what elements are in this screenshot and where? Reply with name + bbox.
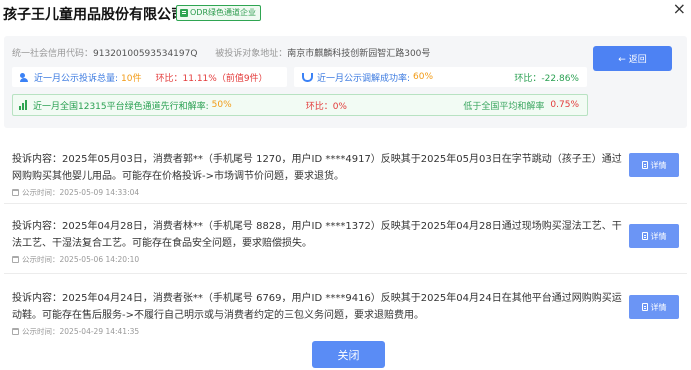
complaint-publish-time: 公示时间：2025-04-29 14:41:35 xyxy=(12,326,139,337)
company-info-panel: 统一社会信用代码：91320100593534197Q 被投诉对象地址：南京市麒… xyxy=(4,36,687,128)
bar-chart-icon xyxy=(19,100,29,110)
complaint-text: 投诉内容：2025年04月28日，消费者林**（手机尾号 8828，用户ID *… xyxy=(12,221,622,249)
complaint-publish-time: 公示时间：2025-05-09 14:33:04 xyxy=(12,187,139,198)
detail-button[interactable]: 详情 xyxy=(629,295,679,319)
complaint-text: 投诉内容：2025年05月03日，消费者郭**（手机尾号 1270，用户ID *… xyxy=(12,154,622,182)
publish-time-text: 公示时间：2025-05-09 14:33:04 xyxy=(22,188,140,197)
document-icon xyxy=(641,161,648,169)
detail-button-label: 详情 xyxy=(650,160,667,170)
green-channel-stat: 近一月全国12315平台绿色通道先行和解率: 50% 环比：0% 低于全国平均和… xyxy=(12,94,588,116)
mediation-stat-label: 近一月公示调解成功率: xyxy=(317,73,411,84)
dialog-header: 孩子王儿童用品股份有限公司 ODR绿色通道企业 × xyxy=(0,0,691,28)
national-average-label: 低于全国平均和解率 xyxy=(463,101,545,112)
green-channel-stat-value: 50% xyxy=(211,100,232,110)
company-info-line: 统一社会信用代码：91320100593534197Q 被投诉对象地址：南京市麒… xyxy=(12,46,430,59)
divider xyxy=(4,203,687,204)
complaints-stat-ratio: 环比：11.11%（前值9件） xyxy=(155,73,268,84)
green-channel-stat-label: 近一月全国12315平台绿色通道先行和解率: xyxy=(33,101,209,112)
publish-time-text: 公示时间：2025-04-29 14:41:35 xyxy=(22,327,140,336)
handshake-icon xyxy=(302,72,313,82)
detail-button[interactable]: 详情 xyxy=(629,224,679,248)
mediation-stat-value: 60% xyxy=(413,72,434,82)
detail-button-label: 详情 xyxy=(650,302,667,312)
calendar-icon xyxy=(12,256,19,263)
credit-code-value: 91320100593534197Q xyxy=(93,49,198,59)
divider xyxy=(4,273,687,274)
calendar-icon xyxy=(12,328,19,335)
close-button[interactable]: 关闭 xyxy=(312,341,385,368)
company-name: 孩子王儿童用品股份有限公司 xyxy=(3,7,185,23)
detail-button[interactable]: 详情 xyxy=(629,153,679,177)
mediation-stat-ratio: 环比：-22.86% xyxy=(514,73,579,84)
odr-green-channel-badge: ODR绿色通道企业 xyxy=(176,5,262,21)
badge-label: ODR绿色通道企业 xyxy=(190,8,257,17)
green-channel-stat-ratio: 环比：0% xyxy=(305,101,347,112)
address-value: 南京市麒麟科技创新园智汇路300号 xyxy=(287,49,431,59)
document-icon xyxy=(641,303,648,311)
mediation-stat: 近一月公示调解成功率: 60% 环比：-22.86% xyxy=(294,67,587,87)
close-icon[interactable]: × xyxy=(673,0,686,18)
document-icon xyxy=(641,232,648,240)
publish-time-text: 公示时间：2025-05-06 14:20:10 xyxy=(22,255,140,264)
address-label: 被投诉对象地址： xyxy=(215,49,288,59)
people-icon xyxy=(20,72,30,82)
badge-icon xyxy=(180,9,188,17)
complaints-stat-label: 近一月公示投诉总量: xyxy=(34,73,119,84)
detail-button-label: 详情 xyxy=(650,231,667,241)
calendar-icon xyxy=(12,189,19,196)
complaint-publish-time: 公示时间：2025-05-06 14:20:10 xyxy=(12,254,139,265)
back-button[interactable]: ← 返回 xyxy=(593,46,672,71)
national-average-value: 0.75% xyxy=(550,100,579,110)
complaints-stat: 近一月公示投诉总量: 10件 环比：11.11%（前值9件） xyxy=(12,67,287,87)
credit-code-label: 统一社会信用代码： xyxy=(12,49,94,59)
complaints-stat-value: 10件 xyxy=(121,73,142,84)
complaint-text: 投诉内容：2025年04月24日，消费者张**（手机尾号 6769，用户ID *… xyxy=(12,293,622,321)
